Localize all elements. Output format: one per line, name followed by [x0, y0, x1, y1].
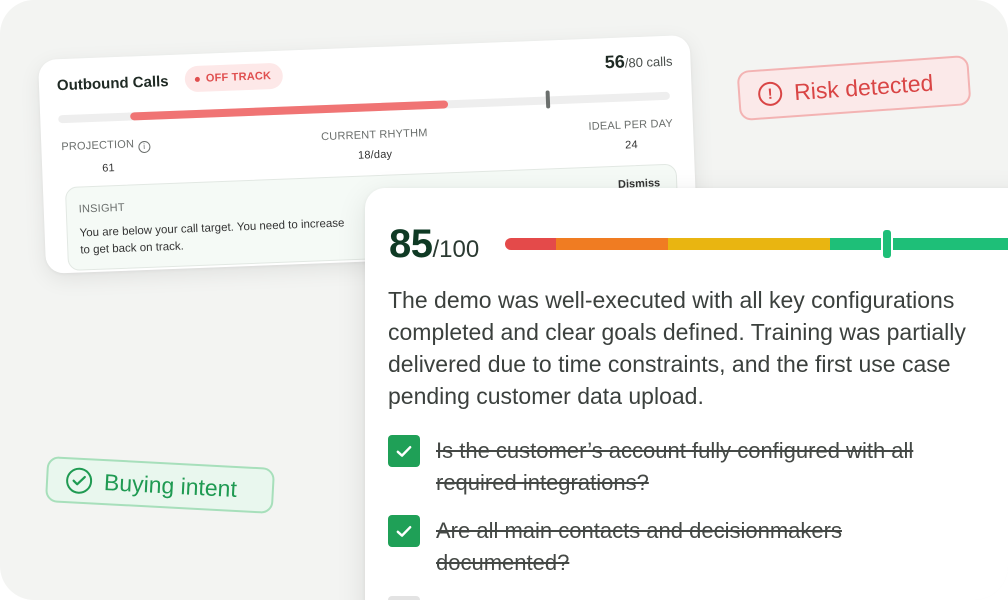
gauge-segment-yellow — [668, 238, 830, 250]
summary-line: pending customer data upload. — [388, 383, 704, 409]
buying-intent-label: Buying intent — [103, 468, 238, 502]
rhythm-stat: CURRENT RHYTHM 18/day — [321, 127, 429, 163]
summary-line: delivered due to time constraints, and t… — [388, 351, 951, 377]
info-icon[interactable]: i — [138, 140, 151, 154]
insight-text: You are below your call target. You need… — [79, 214, 380, 259]
checkbox-unchecked[interactable] — [388, 596, 420, 600]
score-summary: The demo was well-executed with all key … — [388, 284, 1008, 412]
gauge-segment-orange — [556, 238, 668, 250]
score-value: 85 — [389, 222, 433, 266]
gauge-segment-red — [505, 238, 556, 250]
checklist-line: Is the customer’s account fully configur… — [436, 438, 914, 463]
rhythm-value: 18/day — [357, 148, 393, 162]
checklist-line: Are all main contacts and decisionmakers — [436, 518, 842, 543]
calls-card-title: Outbound Calls — [56, 73, 169, 95]
buying-intent-badge: Buying intent — [44, 456, 276, 514]
calls-count-current: 56 — [604, 51, 626, 73]
demo-score-card: 85/100 The demo was well-executed with a… — [365, 188, 1008, 600]
insight-label: INSIGHT — [78, 201, 125, 216]
summary-line: completed and clear goals defined. Train… — [388, 319, 966, 345]
calls-progress-track — [58, 90, 670, 124]
checkbox-checked[interactable] — [388, 515, 420, 547]
calls-progress-fill — [130, 100, 449, 121]
score-max: /100 — [432, 236, 480, 263]
checklist-item[interactable]: Is the customer’s account fully configur… — [388, 435, 913, 499]
alert-circle-icon: ! — [757, 81, 784, 107]
gauge-segment-green — [830, 238, 1008, 250]
summary-line: The demo was well-executed with all key … — [388, 287, 955, 313]
calls-count-suffix: /80 calls — [624, 53, 673, 71]
target-marker — [545, 90, 551, 109]
score-gauge — [505, 230, 1008, 258]
checklist-item-text: Is the customer’s account fully configur… — [436, 435, 913, 499]
projection-label: PROJECTION — [61, 138, 135, 154]
projection-value: 61 — [101, 162, 116, 175]
canvas: Outbound Calls OFF TRACK 56/80 calls PRO… — [0, 0, 1008, 600]
rhythm-label: CURRENT RHYTHM — [320, 127, 428, 144]
ideal-label: IDEAL PER DAY — [588, 117, 674, 133]
status-dot-icon — [194, 76, 200, 82]
off-track-badge: OFF TRACK — [184, 62, 284, 93]
checklist-item-text: Are all main contacts and decisionmakers… — [436, 515, 842, 579]
checkbox-checked[interactable] — [388, 435, 420, 467]
score-marker — [883, 230, 891, 258]
score-display: 85/100 — [389, 222, 479, 267]
off-track-label: OFF TRACK — [205, 70, 272, 85]
ideal-stat: IDEAL PER DAY 24 — [588, 118, 674, 153]
calls-count: 56/80 calls — [604, 50, 672, 74]
ideal-value: 24 — [624, 139, 638, 152]
checklist-item-partial[interactable] — [388, 596, 420, 600]
checklist-line: required integrations? — [436, 470, 649, 495]
risk-detected-badge: ! Risk detected — [736, 54, 972, 122]
projection-stat: PROJECTION i 61 — [61, 138, 151, 176]
check-circle-icon — [65, 467, 93, 495]
checklist-line: documented? — [436, 550, 570, 575]
risk-detected-label: Risk detected — [793, 68, 935, 105]
checklist-item[interactable]: Are all main contacts and decisionmakers… — [388, 515, 842, 579]
